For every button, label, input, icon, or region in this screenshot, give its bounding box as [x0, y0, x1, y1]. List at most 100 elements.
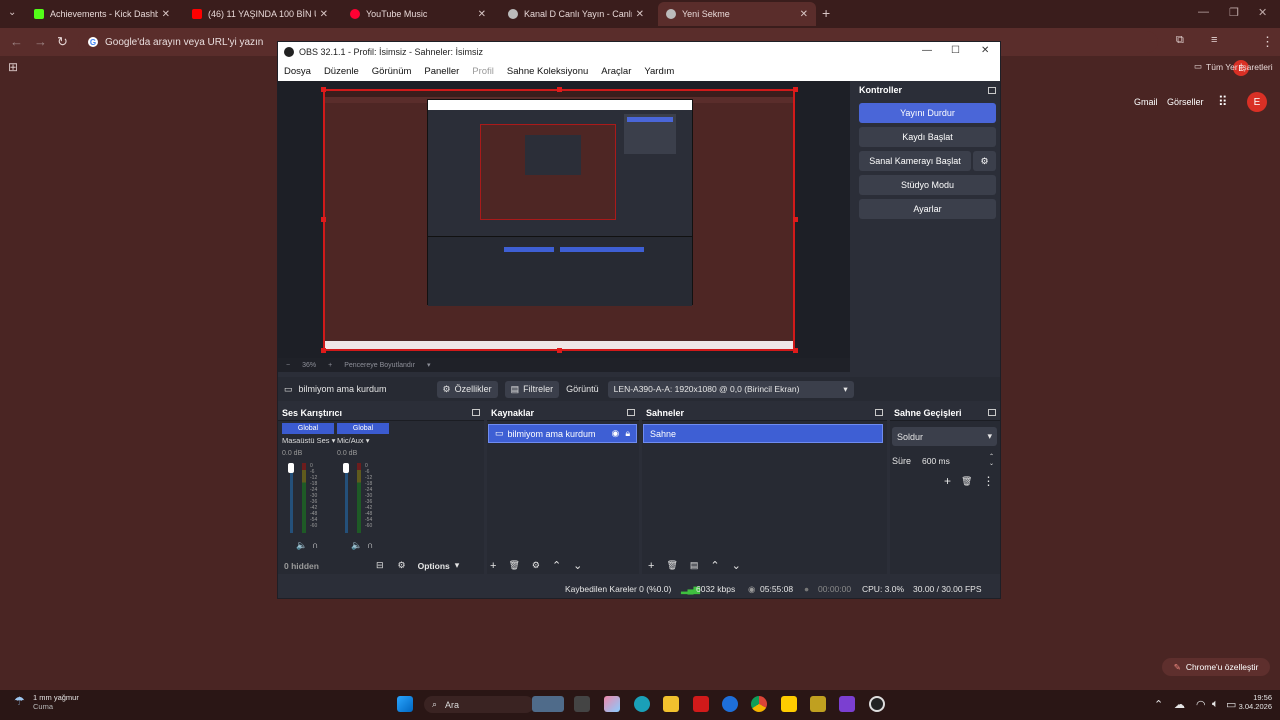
resize-handle[interactable]: [557, 348, 562, 353]
preview-canvas[interactable]: [323, 89, 795, 351]
undock-icon[interactable]: [472, 409, 480, 416]
filters-button[interactable]: ▤ Filtreler: [504, 380, 560, 398]
lock-icon[interactable]: 🔒︎: [625, 428, 630, 439]
advanced-audio-icon[interactable]: ⚙: [398, 560, 406, 571]
resize-handle[interactable]: [793, 87, 798, 92]
chevron-down-icon[interactable]: ▾: [427, 361, 431, 369]
media-icon[interactable]: ≡: [1211, 34, 1217, 46]
menu-edit[interactable]: Düzenle: [322, 66, 359, 77]
undock-icon[interactable]: [627, 409, 635, 416]
undock-icon[interactable]: [988, 409, 996, 416]
headphones-icon[interactable]: ∩: [312, 540, 318, 550]
task-view-icon[interactable]: [574, 696, 590, 712]
trash-icon[interactable]: 🗑︎: [961, 476, 972, 488]
add-icon[interactable]: +: [944, 474, 951, 488]
add-icon[interactable]: +: [648, 560, 654, 572]
tab-new-tab[interactable]: Yeni Sekme ✕: [658, 2, 816, 26]
edge-icon[interactable]: [634, 696, 650, 712]
chevron-up-icon[interactable]: ⌃: [710, 559, 719, 572]
menu-tools[interactable]: Araçlar: [599, 66, 631, 77]
resize-handle[interactable]: [793, 217, 798, 222]
undock-icon[interactable]: [875, 409, 883, 416]
transition-type-select[interactable]: Soldur ▾: [892, 427, 997, 446]
headphones-icon[interactable]: ∩: [367, 540, 373, 550]
trash-icon[interactable]: 🗑︎: [508, 560, 519, 571]
add-icon[interactable]: +: [490, 560, 496, 572]
apps-grid-icon[interactable]: ⊞: [8, 60, 18, 74]
images-link[interactable]: Görseller: [1167, 97, 1204, 107]
undock-icon[interactable]: [988, 86, 996, 94]
menu-scene-collection[interactable]: Sahne Koleksiyonu: [505, 66, 588, 77]
resize-handle[interactable]: [321, 217, 326, 222]
app-icon[interactable]: [810, 696, 826, 712]
kebab-icon[interactable]: ⋮: [982, 474, 994, 488]
settings-button[interactable]: Ayarlar: [859, 199, 996, 219]
start-record-button[interactable]: Kaydı Başlat: [859, 127, 996, 147]
display-select[interactable]: LEN-A390-A-A: 1920x1080 @ 0,0 (Birincil …: [607, 380, 854, 398]
zoom-mode[interactable]: Pencereye Boyutlandır: [344, 362, 415, 369]
spin-arrows-icon[interactable]: ⌃ ⌄: [989, 454, 994, 468]
chevron-down-icon[interactable]: ⌄: [573, 559, 582, 572]
close-icon[interactable]: ✕: [636, 9, 644, 20]
zoom-out-icon[interactable]: −: [286, 362, 290, 369]
taskbar-clock[interactable]: 19:56 3.04.2026: [1232, 693, 1272, 711]
chevron-up-icon[interactable]: ⌃: [1154, 698, 1163, 711]
app-icon[interactable]: [722, 696, 738, 712]
maximize-icon[interactable]: ☐: [951, 45, 960, 56]
volume-slider[interactable]: [288, 463, 294, 473]
file-explorer-icon[interactable]: [663, 696, 679, 712]
lenovo-icon[interactable]: [693, 696, 709, 712]
extensions-icon[interactable]: ⧉: [1176, 34, 1184, 47]
tab-youtube[interactable]: (46) 11 YAŞINDA 100 BİN UC Y... ✕: [184, 2, 336, 26]
google-account-avatar[interactable]: E: [1247, 92, 1267, 112]
weather-widget[interactable]: 1 mm yağmur Cuma: [33, 693, 79, 711]
menu-kebab-icon[interactable]: ⋮: [1261, 34, 1274, 50]
channel-name-row[interactable]: Mic/Aux ▾: [337, 436, 389, 445]
virtual-camera-button[interactable]: Sanal Kamerayı Başlat: [859, 151, 971, 171]
layout-icon[interactable]: ⊟: [376, 560, 384, 571]
tab-youtube-music[interactable]: YouTube Music ✕: [342, 2, 494, 26]
back-icon[interactable]: ←: [10, 34, 23, 49]
minimize-icon[interactable]: —: [922, 45, 932, 56]
resize-handle[interactable]: [321, 87, 326, 92]
eye-icon[interactable]: ◉: [612, 428, 620, 439]
yandex-icon[interactable]: [781, 696, 797, 712]
maximize-icon[interactable]: ❐: [1229, 6, 1239, 19]
scene-item[interactable]: Sahne: [643, 424, 883, 443]
menu-view[interactable]: Görünüm: [370, 66, 412, 77]
copilot-icon[interactable]: [604, 696, 620, 712]
gmail-link[interactable]: Gmail: [1134, 97, 1158, 107]
wifi-icon[interactable]: ◠: [1196, 698, 1206, 711]
tab-kanal-d[interactable]: Kanal D Canlı Yayın - Canlı TV İzle ✕: [500, 2, 652, 26]
speaker-icon[interactable]: 🔈: [296, 540, 307, 551]
chrome-icon[interactable]: [751, 696, 767, 712]
trash-icon[interactable]: 🗑︎: [666, 560, 677, 571]
volume-slider[interactable]: [343, 463, 349, 473]
customize-chrome-button[interactable]: ✎ Chrome'u özelleştir: [1162, 658, 1270, 676]
all-bookmarks[interactable]: ▭ Tüm Yer İşaretleri: [1194, 61, 1273, 72]
source-item[interactable]: ▭ bilmiyom ama kurdum ◉ 🔒︎: [488, 424, 637, 443]
gear-icon[interactable]: ⚙: [532, 560, 540, 571]
resize-handle[interactable]: [321, 348, 326, 353]
channel-name-row[interactable]: Masaüstü Ses ▾: [282, 436, 335, 445]
filter-icon[interactable]: ▤: [690, 560, 699, 571]
taskbar-search[interactable]: ⌕ Ara: [424, 696, 534, 713]
options-button[interactable]: Options: [418, 561, 450, 571]
windows-start-icon[interactable]: [397, 696, 413, 712]
chevron-up-icon[interactable]: ⌃: [552, 559, 561, 572]
speaker-icon[interactable]: 🔈: [351, 540, 362, 551]
properties-button[interactable]: ⚙ Özellikler: [436, 380, 498, 398]
tab-search-icon[interactable]: ⌄: [8, 7, 16, 18]
weather-icon[interactable]: ☂: [14, 694, 25, 708]
volume-icon[interactable]: 🔈︎: [1212, 698, 1219, 711]
chevron-down-icon[interactable]: ⌄: [732, 559, 741, 572]
stop-stream-button[interactable]: Yayını Durdur: [859, 103, 996, 123]
menu-file[interactable]: Dosya: [282, 66, 311, 77]
resize-handle[interactable]: [557, 87, 562, 92]
new-tab-plus-icon[interactable]: +: [822, 5, 830, 21]
obs-taskbar-icon[interactable]: [869, 696, 885, 712]
close-icon[interactable]: ✕: [478, 9, 486, 20]
minimize-icon[interactable]: —: [1198, 6, 1209, 18]
forward-icon[interactable]: →: [34, 34, 47, 49]
reload-icon[interactable]: ↻: [57, 34, 68, 50]
